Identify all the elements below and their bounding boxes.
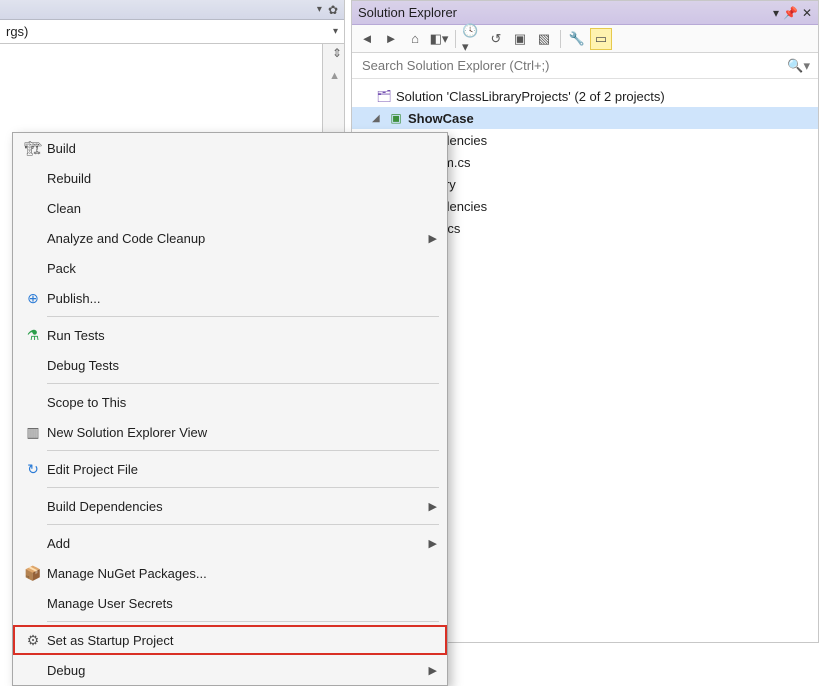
new-window-icon: ▥ — [19, 424, 47, 441]
pin-icon[interactable]: 📌 — [783, 6, 798, 20]
solution-label: Solution 'ClassLibraryProjects' (2 of 2 … — [396, 89, 665, 104]
sync-button[interactable]: ↺ — [485, 28, 507, 50]
back-button[interactable]: ◄ — [356, 28, 378, 50]
ctx-separator — [47, 383, 439, 384]
panel-title: Solution Explorer — [358, 5, 773, 20]
ctx-separator — [47, 450, 439, 451]
submenu-arrow-icon: ▶ — [429, 500, 437, 513]
editor-topbar: ▾ ✿ — [0, 0, 344, 20]
ctx-secrets[interactable]: Manage User Secrets — [13, 588, 447, 618]
ctx-new-view[interactable]: ▥ New Solution Explorer View — [13, 417, 447, 447]
toolbar-separator — [560, 30, 561, 48]
build-icon: 🏗 — [19, 140, 47, 157]
pending-changes-button[interactable]: 🕓▾ — [461, 28, 483, 50]
switch-views-button[interactable]: ◧▾ — [428, 28, 450, 50]
package-icon: 📦 — [19, 565, 47, 582]
editor-member-dropdown[interactable]: rgs) ▾ — [0, 20, 344, 44]
tree-row-solution[interactable]: 🗂 Solution 'ClassLibraryProjects' (2 of … — [352, 85, 818, 107]
submenu-arrow-icon: ▶ — [429, 232, 437, 245]
search-input[interactable] — [360, 57, 787, 74]
solution-explorer-titlebar[interactable]: Solution Explorer ▾ 📌 ✕ — [352, 1, 818, 25]
submenu-arrow-icon: ▶ — [429, 664, 437, 677]
globe-icon: ⊕ — [19, 290, 47, 307]
toolbar-separator — [455, 30, 456, 48]
ctx-scope[interactable]: Scope to This — [13, 387, 447, 417]
close-icon[interactable]: ✕ — [802, 6, 812, 20]
chevron-down-icon: ▾ — [333, 26, 338, 37]
ctx-separator — [47, 487, 439, 488]
solution-icon: 🗂 — [376, 89, 392, 103]
gear-icon[interactable]: ✿ — [328, 3, 338, 17]
ctx-analyze[interactable]: Analyze and Code Cleanup ▶ — [13, 223, 447, 253]
preview-button[interactable]: ▭ — [590, 28, 612, 50]
scroll-up-icon[interactable]: ▲ — [329, 70, 340, 82]
ctx-debug-tests[interactable]: Debug Tests — [13, 350, 447, 380]
show-all-button[interactable]: ▧ — [533, 28, 555, 50]
properties-button[interactable]: 🔧 — [566, 28, 588, 50]
ctx-add[interactable]: Add ▶ — [13, 528, 447, 558]
search-icon[interactable]: 🔍▾ — [787, 58, 810, 74]
dropdown-text: rgs) — [6, 24, 28, 39]
ctx-debug[interactable]: Debug ▶ — [13, 655, 447, 685]
csproj-icon: ▣ — [388, 111, 404, 125]
window-menu-icon[interactable]: ▾ — [773, 6, 779, 20]
solution-explorer-toolbar: ◄ ► ⌂ ◧▾ 🕓▾ ↺ ▣ ▧ 🔧 ▭ — [352, 25, 818, 53]
forward-button[interactable]: ► — [380, 28, 402, 50]
twisty-expanded-icon[interactable]: ◢ — [372, 113, 384, 124]
tree-row-showcase[interactable]: ◢ ▣ ShowCase — [352, 107, 818, 129]
home-button[interactable]: ⌂ — [404, 28, 426, 50]
split-icon[interactable]: ⇕ — [332, 46, 342, 60]
ctx-rebuild[interactable]: Rebuild — [13, 163, 447, 193]
ctx-separator — [47, 316, 439, 317]
ctx-separator — [47, 621, 439, 622]
ctx-pack[interactable]: Pack — [13, 253, 447, 283]
ctx-build-dependencies[interactable]: Build Dependencies ▶ — [13, 491, 447, 521]
project-context-menu: 🏗 Build Rebuild Clean Analyze and Code C… — [12, 132, 448, 686]
dropdown-arrow-icon[interactable]: ▾ — [317, 4, 322, 15]
solution-explorer-search[interactable]: 🔍▾ — [352, 53, 818, 79]
ctx-separator — [47, 524, 439, 525]
ctx-publish[interactable]: ⊕ Publish... — [13, 283, 447, 313]
ctx-build[interactable]: 🏗 Build — [13, 133, 447, 163]
ctx-run-tests[interactable]: ⚗ Run Tests — [13, 320, 447, 350]
edit-icon: ↻ — [19, 461, 47, 478]
project-label: ShowCase — [408, 111, 474, 126]
submenu-arrow-icon: ▶ — [429, 537, 437, 550]
ctx-edit-project-file[interactable]: ↻ Edit Project File — [13, 454, 447, 484]
gear-icon: ⚙ — [19, 632, 47, 649]
collapse-all-button[interactable]: ▣ — [509, 28, 531, 50]
flask-icon: ⚗ — [19, 327, 47, 344]
ctx-set-startup-project[interactable]: ⚙ Set as Startup Project — [13, 625, 447, 655]
ctx-clean[interactable]: Clean — [13, 193, 447, 223]
ctx-nuget[interactable]: 📦 Manage NuGet Packages... — [13, 558, 447, 588]
